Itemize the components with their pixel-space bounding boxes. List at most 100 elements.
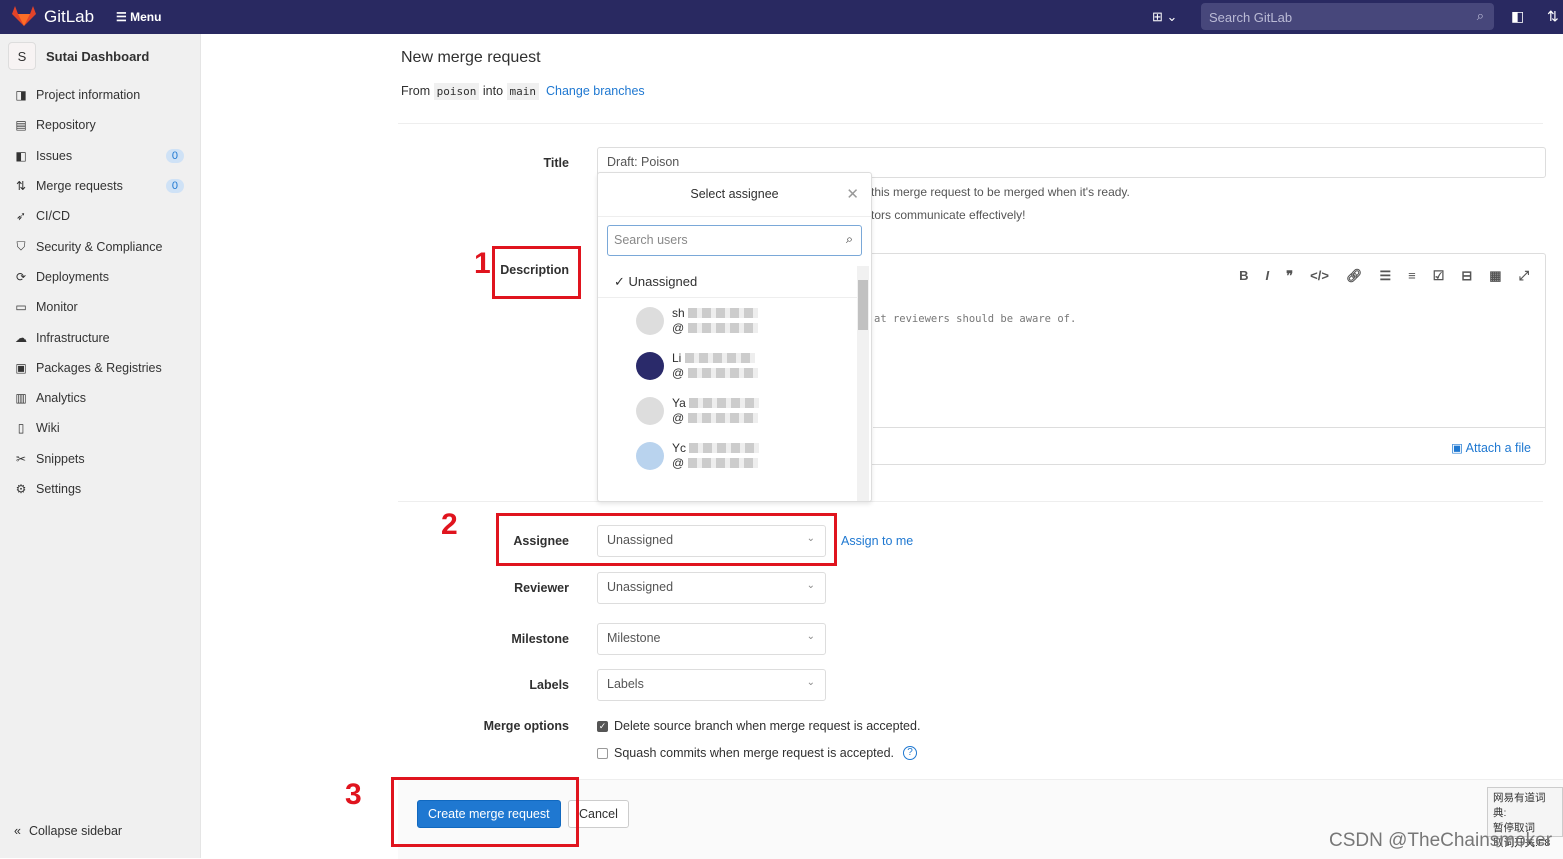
delete-branch-option[interactable]: ✓ Delete source branch when merge request… (597, 719, 920, 733)
divider (398, 501, 1543, 502)
hamburger-icon: ☰ (116, 10, 131, 24)
sidebar-item-settings[interactable]: ⚙ Settings (0, 474, 200, 504)
delete-branch-checkbox[interactable]: ✓ (597, 720, 608, 732)
sidebar-item-packages-registries[interactable]: ▣ Packages & Registries (0, 353, 200, 383)
title-label: Title (543, 156, 569, 170)
link-icon[interactable]: 🔗︎ (1346, 268, 1363, 284)
user-name: Li (672, 350, 682, 365)
avatar (636, 441, 664, 470)
squash-checkbox[interactable] (597, 747, 608, 759)
watermark: CSDN @TheChainsmoker (1329, 830, 1553, 851)
redacted (684, 353, 755, 364)
scrollbar-thumb[interactable] (858, 280, 868, 330)
unassigned-label: Unassigned (628, 274, 698, 289)
sidebar-item-security-compliance[interactable]: ⛉ Security & Compliance (0, 231, 200, 261)
chevron-down-icon: ⌄ (806, 677, 815, 688)
deploy-icon: ⟳ (15, 269, 27, 284)
source-branch: poison (433, 83, 480, 100)
quote-icon[interactable]: ❞ (1286, 268, 1293, 284)
menu-button[interactable]: ☰ Menu (116, 10, 161, 24)
into-label: into (482, 84, 504, 98)
issues-icon[interactable]: ◧ (1511, 8, 1524, 25)
numbered-list-icon[interactable]: ≡ (1408, 268, 1416, 284)
dropdown-item-user[interactable]: Ya @ (598, 388, 871, 433)
sidebar-item-issues[interactable]: ◧ Issues 0 (0, 141, 200, 171)
merge-options-label: Merge options (483, 719, 569, 733)
user-handle: @ (672, 365, 685, 380)
annotation-number: 2 (441, 508, 458, 541)
redacted (689, 443, 760, 454)
help-icon[interactable]: ? (903, 746, 917, 760)
sidebar-item-snippets[interactable]: ✂ Snippets (0, 444, 200, 474)
fullscreen-icon[interactable]: ⤢ (1519, 268, 1529, 284)
sidebar-item-monitor[interactable]: ▭ Monitor (0, 292, 200, 322)
milestone-value: Milestone (607, 631, 661, 645)
sidebar-item-analytics[interactable]: ▥ Analytics (0, 383, 200, 413)
sidebar-item-label: Snippets (36, 451, 85, 466)
reviewer-value: Unassigned (607, 580, 674, 594)
title-value: Draft: Poison (607, 155, 680, 169)
delete-branch-label: Delete source branch when merge request … (614, 719, 921, 733)
change-branches-link[interactable]: Change branches (546, 84, 645, 98)
brand-name[interactable]: GitLab (44, 7, 94, 27)
sidebar-item-ci-cd[interactable]: ➶ CI/CD (0, 201, 200, 231)
merge-requests-icon[interactable]: ⇅ (1547, 8, 1559, 25)
user-handle: @ (672, 410, 685, 425)
gear-icon: ⚙ (15, 482, 27, 496)
gitlab-logo-icon[interactable] (12, 6, 36, 26)
count-badge: 0 (165, 179, 184, 194)
sidebar-item-label: Security & Compliance (36, 239, 163, 254)
dropdown-item-user[interactable]: Yc @ (598, 433, 871, 478)
sidebar-item-label: Wiki (36, 421, 60, 436)
search-placeholder: Search GitLab (1209, 10, 1293, 25)
user-name: sh (672, 305, 685, 320)
search-input[interactable]: Search GitLab ⌕ (1201, 3, 1494, 30)
user-info: Li @ (672, 351, 758, 381)
dropdown-item-unassigned[interactable]: ✓ Unassigned (598, 264, 857, 298)
new-dropdown-button[interactable]: ⊞ ⌄ (1152, 9, 1177, 25)
target-branch: main (506, 83, 540, 100)
milestone-select[interactable]: Milestone ⌄ (597, 623, 826, 655)
project-link[interactable]: S Sutai Dashboard (8, 42, 149, 70)
sidebar-item-label: Merge requests (36, 179, 123, 194)
assign-to-me-link[interactable]: Assign to me (841, 534, 913, 548)
info-icon: ◨ (15, 88, 27, 103)
user-info: sh @ (672, 305, 759, 336)
sidebar-item-label: CI/CD (36, 209, 71, 224)
redacted (687, 458, 758, 469)
close-icon[interactable]: ✕ (846, 185, 859, 203)
user-list: sh @ Li @ Ya @ Yc @ (598, 298, 871, 478)
sidebar-item-label: Repository (36, 118, 96, 133)
sidebar-item-wiki[interactable]: ▯ Wiki (0, 413, 200, 443)
annotation-number: 3 (345, 778, 362, 811)
italic-icon[interactable]: I (1266, 268, 1270, 284)
attach-file-link[interactable]: ▣ Attach a file (1451, 440, 1531, 455)
sidebar-item-project-information[interactable]: ◨ Project information (0, 80, 200, 110)
sidebar-item-deployments[interactable]: ⟳ Deployments (0, 262, 200, 292)
task-list-icon[interactable]: ☑ (1433, 268, 1445, 284)
search-users-input[interactable]: Search users ⌕ (607, 225, 862, 256)
reviewer-select[interactable]: Unassigned ⌄ (597, 572, 826, 604)
collapse-sidebar-button[interactable]: « Collapse sidebar (14, 824, 122, 838)
user-info: Yc @ (672, 441, 760, 471)
sidebar-item-label: Project information (36, 88, 141, 103)
sidebar-item-infrastructure[interactable]: ☁ Infrastructure (0, 322, 200, 352)
redacted (689, 398, 760, 409)
dropdown-scrollbar[interactable] (857, 266, 869, 501)
annotation-number: 1 (474, 247, 491, 280)
dropdown-item-user[interactable]: sh @ (598, 298, 871, 343)
code-icon[interactable]: </> (1310, 268, 1329, 284)
sidebar-item-merge-requests[interactable]: ⇅ Merge requests 0 (0, 171, 200, 201)
sidebar-item-repository[interactable]: ▤ Repository (0, 110, 200, 140)
table-icon[interactable]: ▦ (1489, 268, 1501, 284)
book-icon: ▯ (17, 421, 25, 436)
bullet-list-icon[interactable]: ☰ (1379, 268, 1391, 284)
avatar (636, 306, 664, 335)
squash-option[interactable]: Squash commits when merge request is acc… (597, 746, 917, 760)
collapsible-icon[interactable]: ⊟ (1461, 268, 1472, 284)
sidebar-item-label: Packages & Registries (36, 360, 162, 375)
editor-toolbar: B I ❞ </> 🔗︎ ☰ ≡ ☑ ⊟ ▦ ⤢ (1239, 268, 1529, 284)
labels-select[interactable]: Labels ⌄ (597, 669, 826, 701)
dropdown-item-user[interactable]: Li @ (598, 343, 871, 388)
bold-icon[interactable]: B (1239, 268, 1248, 284)
